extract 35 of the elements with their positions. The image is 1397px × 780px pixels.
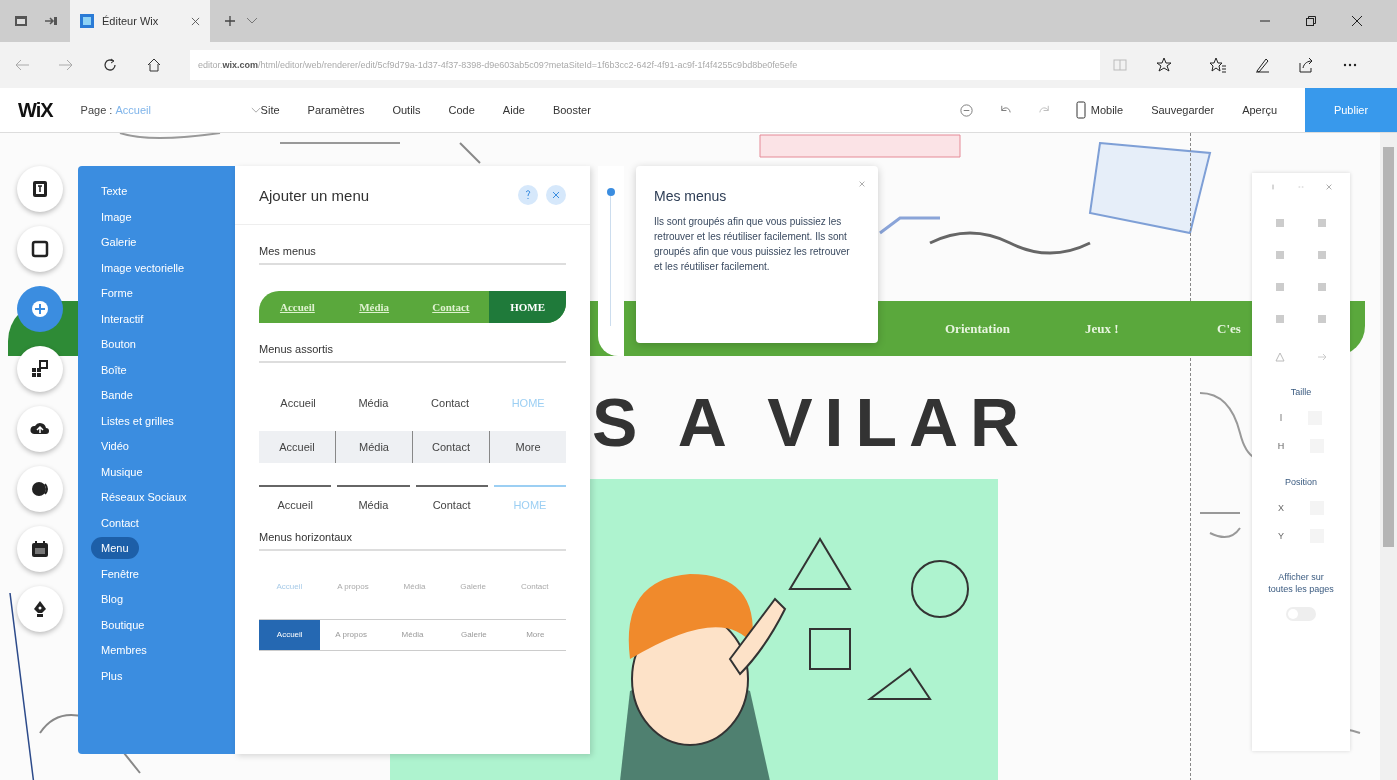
mobile-button[interactable]: Mobile [1075, 101, 1124, 119]
zoom-icon[interactable] [958, 102, 974, 118]
refresh-icon[interactable] [102, 57, 118, 73]
back-icon[interactable] [14, 57, 30, 73]
publish-button[interactable]: Publier [1305, 88, 1397, 132]
top-menu-item[interactable]: Paramètres [307, 104, 365, 116]
favorites-icon[interactable] [1210, 57, 1226, 73]
caret-icon [250, 106, 261, 114]
home-icon[interactable] [146, 57, 162, 73]
address-field[interactable]: editor.wix.com/html/editor/web/renderer/edit/5cf9d79a-1d37-4f37-8398-d9e603ab5c09?metaSiteId=1f6b3cc2-642f-4f91-ac9f-1f4f4255c9bd8be0fe5efe [190, 50, 1100, 80]
pen-icon[interactable] [1254, 57, 1270, 73]
restore-icon[interactable] [1305, 15, 1317, 27]
reading-view-icon[interactable] [1112, 57, 1128, 73]
scrollbar[interactable] [1380, 133, 1397, 780]
top-menu-item[interactable]: Outils [392, 104, 421, 116]
close-tab-icon[interactable] [191, 16, 200, 26]
wix-logo: WiX [18, 98, 53, 122]
new-tab-icon[interactable] [224, 15, 236, 27]
browser-tab[interactable]: Éditeur Wix [70, 0, 210, 42]
forward-icon[interactable] [58, 57, 74, 73]
top-menu-item[interactable]: Booster [552, 104, 591, 116]
share-icon[interactable] [1298, 57, 1314, 73]
preview-button[interactable]: Aperçu [1242, 104, 1277, 116]
phone-icon [1075, 101, 1086, 119]
star-icon[interactable] [1156, 57, 1172, 73]
page-selector[interactable]: Page : Accueil [80, 104, 261, 116]
save-button[interactable]: Sauvegarder [1151, 104, 1215, 116]
chevron-down-icon[interactable] [246, 17, 258, 25]
close-icon[interactable] [1351, 15, 1363, 27]
top-menu-item[interactable]: Aide [502, 104, 525, 116]
top-menu-item[interactable]: Site [260, 104, 280, 116]
tabs-aside-icon[interactable] [14, 14, 28, 28]
wix-favicon-icon [80, 14, 94, 28]
top-menu-item[interactable]: Code [448, 104, 475, 116]
tab-preview-icon[interactable] [44, 14, 58, 28]
